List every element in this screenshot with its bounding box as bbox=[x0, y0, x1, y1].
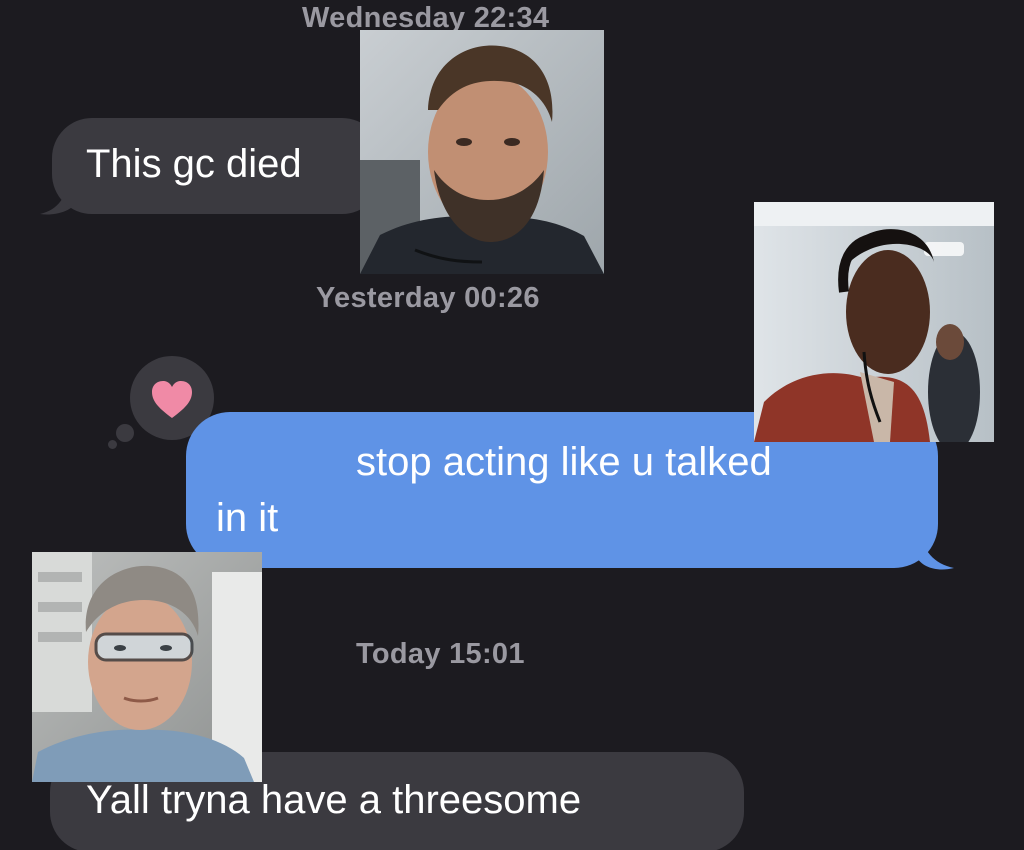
message-text: Yall tryna have a threesome bbox=[86, 778, 582, 822]
timestamp-yesterday: Yesterday 00:26 bbox=[316, 282, 540, 314]
reaction-tail-dot-large bbox=[116, 424, 134, 442]
message-text-line-2: in it bbox=[216, 496, 279, 540]
reaction-tail-dot-small bbox=[108, 440, 117, 449]
chat-screen: Wednesday 22:34 Yesterday 00:26 Today 15… bbox=[0, 0, 1024, 850]
man-with-safety-glasses-photo bbox=[32, 552, 262, 782]
man-with-beard-photo bbox=[360, 30, 604, 274]
heart-icon bbox=[152, 381, 192, 418]
message-text: This gc died bbox=[86, 142, 302, 186]
woman-in-red-jacket-photo bbox=[754, 202, 994, 442]
timestamp-today: Today 15:01 bbox=[356, 638, 525, 670]
message-bubble-incoming-1[interactable]: This gc died bbox=[52, 118, 382, 214]
message-text-line-1: stop acting like u talked bbox=[356, 440, 772, 484]
